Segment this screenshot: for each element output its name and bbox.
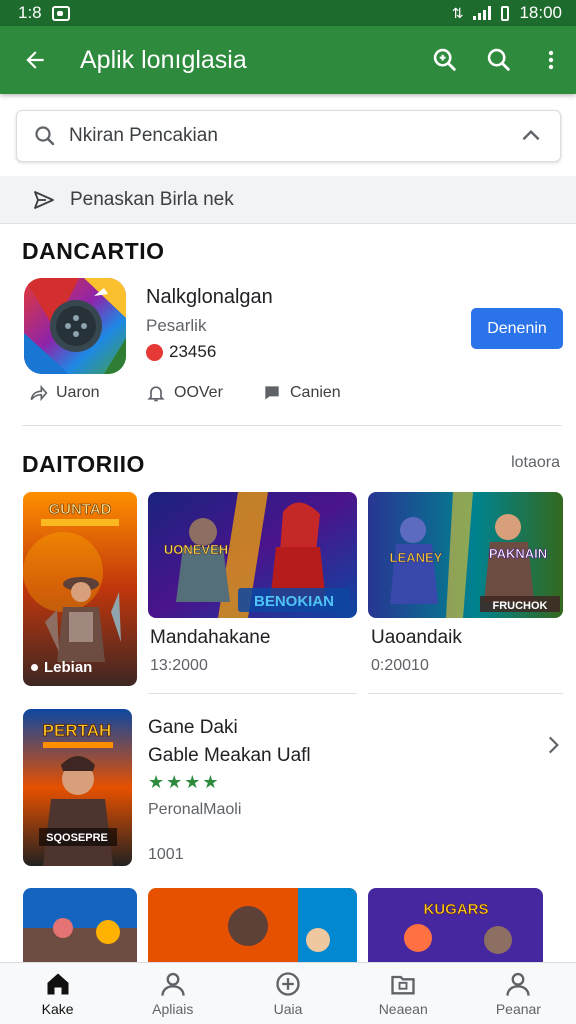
share-icon: [30, 384, 48, 402]
folder-icon: [391, 975, 415, 995]
game-tile[interactable]: KUGARS: [368, 888, 543, 962]
dot-icon: [31, 664, 38, 671]
game-tile[interactable]: UONEVEH BENOKIAN: [148, 492, 357, 618]
notify-label: OOVer: [174, 384, 223, 401]
search-icon: [35, 126, 55, 146]
game-count: 1001: [148, 846, 184, 863]
game-tile[interactable]: LEANEY PAKNAIN FRUCHOK: [368, 492, 563, 618]
nav-add-label: Uaia: [273, 1001, 303, 1017]
plus-circle-icon: [276, 972, 300, 996]
filter-bar[interactable]: Penaskan Birla nek: [0, 176, 576, 224]
nav-library[interactable]: Neaean: [346, 963, 461, 1024]
poster-title: PERTAH: [43, 721, 112, 740]
share-label: Uaron: [56, 384, 100, 401]
send-icon: [34, 190, 54, 209]
game-publisher: PeronalMaoli: [148, 801, 242, 818]
nav-account-label: Peanar: [495, 1001, 541, 1017]
divider: [22, 425, 562, 426]
comment-icon: [265, 386, 279, 400]
status-time: 1:8: [18, 3, 42, 22]
app-bar: Aplik lonıglasia: [0, 26, 576, 94]
filter-label: Penaskan Birla nek: [70, 188, 234, 210]
signal-icon: [473, 6, 492, 20]
divider: [148, 693, 357, 694]
section-heading: DAITORIIO: [22, 451, 145, 477]
zoom-search-button[interactable]: [418, 26, 472, 94]
chevron-up-icon[interactable]: [518, 123, 544, 149]
featured-app-icon[interactable]: [24, 278, 126, 374]
poster-title: KUGARS: [423, 901, 488, 918]
nav-home[interactable]: Kake: [0, 963, 115, 1024]
more-menu-button[interactable]: [526, 26, 576, 94]
game-title[interactable]: Uaoandaik: [371, 627, 462, 649]
back-button[interactable]: [0, 26, 70, 94]
tile-tag-label: Lebian: [44, 659, 93, 676]
nav-home-label: Kake: [41, 1001, 74, 1017]
featured-heading: DANCARTIO: [22, 238, 165, 264]
divider: [368, 693, 563, 694]
nav-apps-label: Apliais: [152, 1001, 194, 1017]
status-bar: 1:8 ⇅ 18:00: [0, 0, 576, 26]
featured-actions: Uaron OOVer Canien: [28, 383, 341, 403]
nav-add[interactable]: Uaia: [230, 963, 345, 1024]
poster-subtitle: SQOSEPRE: [46, 832, 108, 844]
home-icon: [47, 973, 69, 995]
game-tile[interactable]: [23, 888, 137, 962]
comment-action[interactable]: Canien: [262, 383, 341, 403]
poster-title: LEANEY: [390, 550, 443, 565]
game-count: 0:20010: [371, 657, 429, 674]
nav-apps[interactable]: Apliais: [115, 963, 230, 1024]
notification-icon: [51, 5, 70, 21]
search-button[interactable]: [472, 26, 526, 94]
game-poster[interactable]: PERTAH SQOSEPRE: [23, 709, 132, 866]
data-icon: ⇅: [451, 4, 464, 21]
poster-title: UONEVEH: [164, 542, 228, 557]
featured-app-publisher: Pesarlik: [146, 316, 207, 335]
star-rating: ★★★★: [148, 772, 221, 792]
nav-account[interactable]: Peanar: [461, 963, 576, 1024]
see-more-link[interactable]: lotaora: [511, 454, 560, 472]
chevron-right-button[interactable]: [540, 730, 566, 765]
arrow-left-icon: [26, 51, 44, 69]
game-tile[interactable]: [148, 888, 357, 962]
page-title: Aplik lonıglasia: [80, 45, 247, 74]
comment-label: Canien: [290, 384, 341, 401]
rating-badge-icon: [146, 343, 163, 361]
nav-library-label: Neaean: [378, 1001, 428, 1017]
game-title[interactable]: Mandahakane: [150, 627, 270, 649]
zoom-icon: [433, 48, 456, 71]
status-clock: 18:00: [519, 3, 562, 22]
notify-action[interactable]: OOVer: [146, 383, 262, 403]
battery-icon: [501, 5, 510, 21]
bell-icon: [147, 386, 165, 402]
game-tile[interactable]: GUNTAD Lebian: [23, 492, 137, 686]
install-button[interactable]: Denenin: [471, 308, 563, 349]
game-count: 13:2000: [150, 657, 208, 674]
account-icon: [506, 972, 531, 996]
game-title[interactable]: Gane Daki: [148, 717, 238, 739]
search-input[interactable]: [69, 125, 518, 147]
rating-value: 23456: [169, 342, 217, 361]
game-subtitle: Gable Meakan Uafl: [148, 745, 311, 766]
featured-rating: 23456: [146, 342, 216, 362]
search-icon: [487, 48, 510, 71]
search-box: [16, 110, 561, 162]
share-action[interactable]: Uaron: [28, 383, 146, 403]
poster-subtitle: FRUCHOK: [493, 600, 548, 612]
bottom-nav: Kake Apliais Uaia Neaean Peanar: [0, 962, 576, 1024]
poster-title-right: PAKNAIN: [489, 546, 547, 561]
chevron-right-icon: [548, 736, 559, 754]
poster-subtitle: BENOKIAN: [254, 593, 334, 610]
more-vert-icon: [548, 50, 554, 70]
tile-tag: Lebian: [31, 659, 92, 676]
person-icon: [161, 972, 185, 996]
poster-title: GUNTAD: [48, 501, 111, 518]
featured-app-name[interactable]: Nalkglonalgan: [146, 286, 273, 309]
